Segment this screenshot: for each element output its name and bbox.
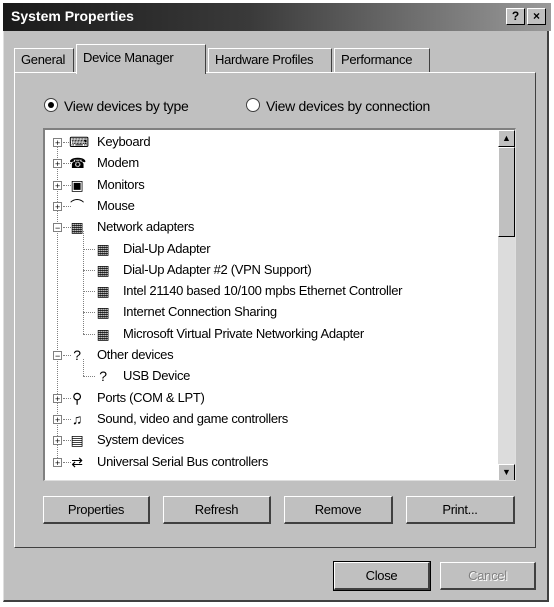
sound-icon: ♫ bbox=[71, 410, 83, 427]
close-button[interactable]: Close bbox=[333, 561, 431, 591]
device-tree-label: Dial-Up Adapter bbox=[123, 240, 211, 256]
close-window-button[interactable]: × bbox=[527, 8, 546, 25]
vertical-scrollbar[interactable]: ▲ ▼ bbox=[498, 130, 515, 480]
device-tree-row[interactable]: ▦ Intel 21140 based 10/100 mpbs Ethernet … bbox=[45, 281, 498, 301]
expand-icon[interactable]: + bbox=[53, 180, 62, 190]
tab-device-manager[interactable]: Device Manager bbox=[76, 44, 206, 74]
keyboard-icon: ⌨ bbox=[69, 134, 89, 150]
device-tree-label: USB Device bbox=[123, 368, 191, 384]
device-tree-label: Internet Connection Sharing bbox=[123, 304, 277, 320]
expand-icon[interactable]: + bbox=[53, 138, 62, 148]
network-card-icon: ▦ bbox=[96, 261, 110, 278]
refresh-button[interactable]: Refresh bbox=[163, 496, 271, 524]
tree-connector-line bbox=[83, 359, 84, 377]
device-tree-label: Universal Serial Bus controllers bbox=[97, 453, 269, 469]
device-tree-row[interactable]: + ⇄ Universal Serial Bus controllers bbox=[45, 452, 498, 472]
device-tree-label: Modem bbox=[97, 155, 139, 171]
view-by-type-radio[interactable] bbox=[44, 98, 58, 112]
device-tree-label: Ports (COM & LPT) bbox=[97, 389, 205, 405]
device-tree-label: Sound, video and game controllers bbox=[97, 410, 289, 426]
network-card-icon: ▦ bbox=[96, 325, 110, 342]
scroll-thumb[interactable] bbox=[498, 147, 515, 237]
network-card-icon: ▦ bbox=[96, 240, 110, 257]
device-tree-row[interactable]: + ♫ Sound, video and game controllers bbox=[45, 409, 498, 429]
expand-icon[interactable]: + bbox=[53, 414, 62, 424]
device-tree-label: System devices bbox=[97, 432, 184, 448]
device-tree-label: Network adapters bbox=[97, 219, 195, 235]
device-tree-row[interactable]: + ☎ Modem bbox=[45, 153, 498, 173]
monitor-icon: ▣ bbox=[70, 176, 84, 193]
device-tree-row[interactable]: + ▣ Monitors bbox=[45, 175, 498, 195]
device-tree-row[interactable]: ▦ Internet Connection Sharing bbox=[45, 302, 498, 322]
help-button[interactable]: ? bbox=[506, 8, 525, 25]
expand-icon[interactable]: + bbox=[53, 436, 62, 446]
tab-general[interactable]: General bbox=[14, 48, 74, 72]
remove-button[interactable]: Remove bbox=[284, 496, 393, 524]
print-button[interactable]: Print... bbox=[406, 496, 515, 524]
collapse-icon[interactable]: − bbox=[53, 351, 62, 361]
expand-icon[interactable]: + bbox=[53, 201, 62, 211]
view-by-type-label: View devices by type bbox=[64, 98, 189, 114]
device-tree-row[interactable]: + ⌒ Mouse bbox=[45, 196, 498, 216]
device-tree-row[interactable]: + ⚲ Ports (COM & LPT) bbox=[45, 388, 498, 408]
tab-performance[interactable]: Performance bbox=[334, 48, 430, 72]
device-tree-label: Microsoft Virtual Private Networking Ada… bbox=[123, 325, 364, 341]
device-tree-row[interactable]: ▦ Microsoft Virtual Private Networking Ad… bbox=[45, 324, 498, 344]
port-icon: ⚲ bbox=[72, 389, 82, 406]
properties-button[interactable]: Properties bbox=[43, 496, 150, 524]
device-tree-label: Monitors bbox=[97, 176, 145, 192]
cancel-button[interactable]: Cancel bbox=[440, 562, 536, 590]
expand-icon[interactable]: + bbox=[53, 393, 62, 403]
window-title: System Properties bbox=[11, 8, 134, 24]
device-tree-row[interactable]: + ⌨ Keyboard bbox=[45, 132, 498, 152]
expand-icon[interactable]: + bbox=[53, 159, 62, 169]
scroll-up-button[interactable]: ▲ bbox=[498, 130, 515, 147]
view-by-connection-option[interactable]: View devices by connection bbox=[246, 98, 430, 114]
collapse-icon[interactable]: − bbox=[53, 223, 62, 233]
tab-hardware-profiles[interactable]: Hardware Profiles bbox=[208, 48, 332, 72]
tree-connector-line bbox=[83, 231, 84, 334]
device-tree-label: Intel 21140 based 10/100 mpbs Ethernet C… bbox=[123, 283, 403, 299]
computer-icon: ▤ bbox=[70, 432, 84, 449]
title-bar[interactable]: System Properties ? × bbox=[3, 3, 551, 31]
device-tree-row[interactable]: ? USB Device bbox=[45, 366, 498, 386]
device-tree-row[interactable]: ▦ Dial-Up Adapter bbox=[45, 239, 498, 259]
device-tree-label: Dial-Up Adapter #2 (VPN Support) bbox=[123, 261, 312, 277]
network-card-icon: ▦ bbox=[96, 304, 110, 321]
device-tree-row[interactable]: −? Other devices bbox=[45, 345, 498, 365]
modem-icon: ☎ bbox=[69, 155, 87, 172]
view-by-connection-radio[interactable] bbox=[246, 98, 260, 112]
scroll-down-button[interactable]: ▼ bbox=[498, 464, 515, 480]
device-tree-label: Other devices bbox=[97, 347, 174, 362]
usb-icon: ⇄ bbox=[71, 453, 83, 470]
device-tree-rows: + ⌨ Keyboard + ☎ Modem + ▣ Monitors + ⌒ Mouse − ▦ Netw… bbox=[45, 130, 498, 480]
device-tree-row[interactable]: ▦ Dial-Up Adapter #2 (VPN Support) bbox=[45, 260, 498, 280]
device-tree-label: Mouse bbox=[97, 197, 135, 213]
question-device-icon: ? bbox=[99, 368, 107, 385]
device-tree-row[interactable]: + ▤ System devices bbox=[45, 430, 498, 450]
device-tree-label: Keyboard bbox=[97, 134, 151, 149]
device-tree-row[interactable]: − ▦ Network adapters bbox=[45, 217, 498, 237]
view-by-connection-label: View devices by connection bbox=[266, 98, 430, 114]
expand-icon[interactable]: + bbox=[53, 457, 62, 467]
mouse-icon: ⌒ bbox=[70, 197, 84, 214]
network-card-icon: ▦ bbox=[96, 283, 110, 300]
device-tree[interactable]: + ⌨ Keyboard + ☎ Modem + ▣ Monitors + ⌒ Mouse − ▦ Netw… bbox=[43, 128, 516, 481]
view-by-type-option[interactable]: View devices by type bbox=[44, 98, 189, 114]
